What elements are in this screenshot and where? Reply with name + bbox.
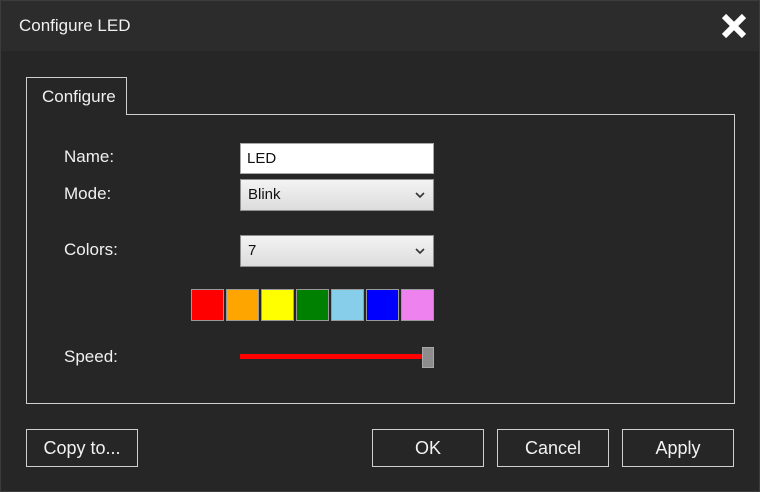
window-title: Configure LED [19,16,131,35]
speed-slider-thumb[interactable] [422,347,434,368]
color-swatch[interactable] [401,289,434,321]
mode-select-value: Blink [248,186,281,203]
colors-select-value: 7 [248,242,257,259]
colors-select[interactable]: 7 [240,235,434,267]
close-button[interactable] [717,9,751,43]
copy-to-button[interactable]: Copy to... [26,429,138,467]
cancel-button[interactable]: Cancel [497,429,609,467]
colors-label: Colors: [64,240,118,259]
mode-label: Mode: [64,184,112,203]
color-swatch[interactable] [296,289,329,321]
configure-led-dialog: Configure LED Configure Name: Mode: Blin… [0,0,760,492]
color-swatch[interactable] [366,289,399,321]
name-field[interactable] [240,143,434,174]
tab-configure-label: Configure [42,87,116,106]
close-icon [721,13,747,39]
color-swatch[interactable] [261,289,294,321]
ok-button[interactable]: OK [372,429,484,467]
speed-slider-track[interactable] [240,354,428,359]
name-label: Name: [64,147,115,166]
color-swatch[interactable] [191,289,224,321]
color-swatch[interactable] [331,289,364,321]
mode-select[interactable]: Blink [240,179,434,211]
chevron-down-icon [415,248,425,255]
title-bar[interactable]: Configure LED [1,1,759,51]
speed-label: Speed: [64,347,118,366]
chevron-down-icon [415,192,425,199]
tab-configure[interactable]: Configure [26,77,127,115]
apply-button[interactable]: Apply [622,429,734,467]
color-swatch[interactable] [226,289,259,321]
